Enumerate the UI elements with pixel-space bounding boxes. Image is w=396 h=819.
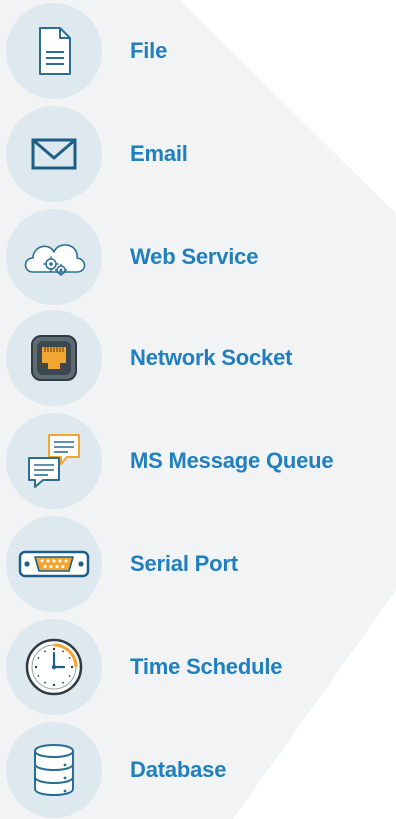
source-list: File Email Web Service Network Socket MS… <box>0 0 396 819</box>
file-icon-circle <box>6 3 102 99</box>
chat-bubbles-icon <box>28 434 80 488</box>
list-item-label: File <box>130 38 168 63</box>
envelope-icon-circle <box>6 106 102 202</box>
source-list-panel: File Email Web Service Network Socket MS… <box>0 0 396 819</box>
envelope-icon <box>31 138 77 170</box>
database-icon <box>34 744 74 796</box>
list-item-web-service[interactable]: Web Service <box>6 209 391 305</box>
list-item-time-schedule[interactable]: Time Schedule <box>6 619 391 715</box>
list-item-network-socket[interactable]: Network Socket <box>6 310 391 406</box>
file-icon <box>39 27 71 75</box>
serial-connector-icon-circle <box>6 516 102 612</box>
list-item-label: Web Service <box>130 244 259 269</box>
serial-connector-icon <box>18 550 90 578</box>
list-item-serial-port[interactable]: Serial Port <box>6 516 391 612</box>
ethernet-port-icon <box>31 335 77 381</box>
clock-icon <box>25 638 83 696</box>
list-item-label: MS Message Queue <box>130 448 334 473</box>
list-item-database[interactable]: Database <box>6 722 391 818</box>
list-item-label: Network Socket <box>130 345 293 370</box>
list-item-label: Serial Port <box>130 551 238 576</box>
cloud-gears-icon-circle <box>6 209 102 305</box>
ethernet-port-icon-circle <box>6 310 102 406</box>
list-item-email[interactable]: Email <box>6 106 391 202</box>
list-item-label: Email <box>130 141 188 166</box>
chat-bubbles-icon-circle <box>6 413 102 509</box>
list-item-label: Database <box>130 757 227 782</box>
database-icon-circle <box>6 722 102 818</box>
cloud-gears-icon <box>24 244 86 276</box>
list-item-file[interactable]: File <box>6 3 391 99</box>
clock-icon-circle <box>6 619 102 715</box>
list-item-label: Time Schedule <box>130 654 283 679</box>
list-item-ms-message-queue[interactable]: MS Message Queue <box>6 413 391 509</box>
